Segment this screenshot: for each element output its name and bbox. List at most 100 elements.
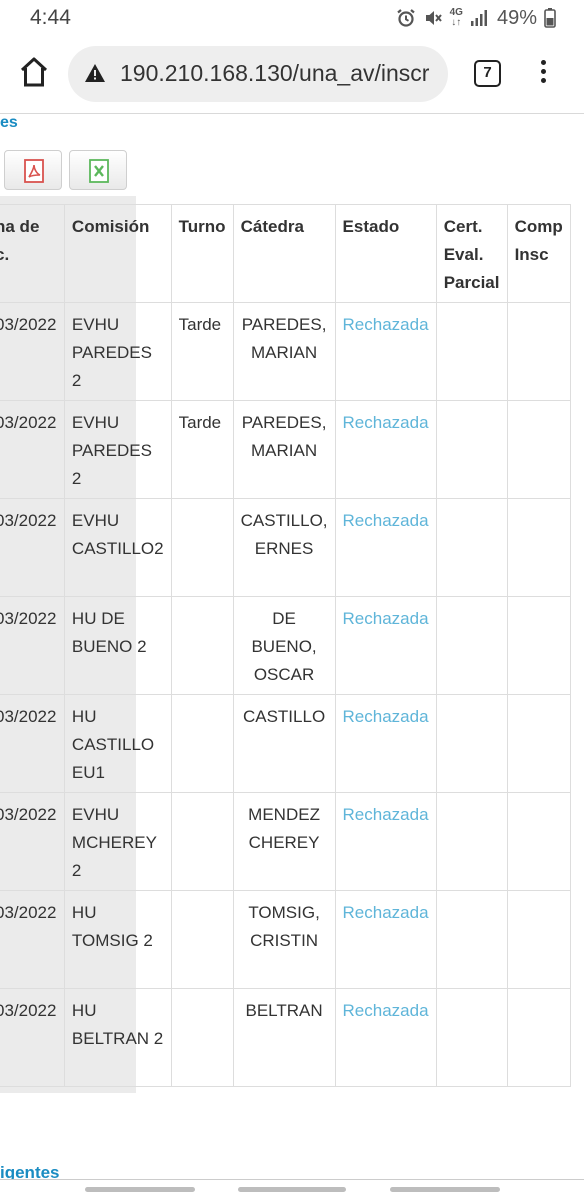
top-link[interactable]: es	[0, 114, 18, 132]
header-estado[interactable]: Estado	[334, 204, 437, 303]
cell-turno: Tarde	[170, 400, 234, 499]
cell-fecha: 03/2022	[0, 988, 65, 1087]
table-row: 03/2022 EVHU PAREDES 2 Tarde PAREDES, MA…	[0, 400, 572, 499]
cell-estado[interactable]: Rechazada	[334, 400, 437, 499]
cell-turno	[170, 988, 234, 1087]
signal-icon	[470, 9, 488, 27]
cell-comision: HU CASTILLO EU1	[63, 694, 172, 793]
cell-comp	[506, 302, 572, 401]
table-row: 03/2022 HU CASTILLO EU1 CASTILLO Rechaza…	[0, 694, 572, 793]
cell-comp	[506, 400, 572, 499]
toolbar-divider	[0, 113, 584, 114]
cell-estado[interactable]: Rechazada	[334, 890, 437, 989]
cell-catedra: PAREDES, MARIAN	[232, 400, 336, 499]
cell-catedra: CASTILLO	[232, 694, 336, 793]
more-vert-icon[interactable]	[533, 60, 553, 90]
cell-turno: Tarde	[170, 302, 234, 401]
system-nav-bar	[0, 1180, 584, 1200]
header-estado-label: Estado	[342, 217, 400, 236]
cell-catedra: CASTILLO, ERNES	[232, 498, 336, 597]
cell-cert	[435, 400, 508, 499]
cell-cert	[435, 302, 508, 401]
cell-comision: HU DE BUENO 2	[63, 596, 172, 695]
table-row: 03/2022 HU TOMSIG 2 TOMSIG, CRISTIN Rech…	[0, 890, 572, 989]
cell-comp	[506, 890, 572, 989]
cell-comision: EVHU MCHEREY 2	[63, 792, 172, 891]
cell-comp	[506, 694, 572, 793]
cell-catedra: TOMSIG, CRISTIN	[232, 890, 336, 989]
cell-fecha: 03/2022	[0, 596, 65, 695]
cell-comision: EVHU PAREDES 2	[63, 400, 172, 499]
cell-cert	[435, 988, 508, 1087]
cell-comp	[506, 988, 572, 1087]
pdf-export-button[interactable]	[4, 150, 62, 190]
battery-percent: 49%	[496, 6, 537, 29]
cell-estado[interactable]: Rechazada	[334, 596, 437, 695]
warning-triangle-icon[interactable]	[84, 63, 106, 88]
cell-catedra: MENDEZ CHEREY	[232, 792, 336, 891]
cell-catedra: BELTRAN	[232, 988, 336, 1087]
table-header-row: ha de c. Comisión Turno Cátedra Estado C…	[0, 204, 572, 303]
excel-export-button[interactable]	[69, 150, 127, 190]
cell-comp	[506, 792, 572, 891]
cell-turno	[170, 792, 234, 891]
mute-icon	[423, 8, 443, 28]
header-fecha-label: ha de c.	[0, 217, 40, 264]
cell-turno	[170, 694, 234, 793]
header-comision[interactable]: Comisión	[63, 204, 172, 303]
cell-estado[interactable]: Rechazada	[334, 988, 437, 1087]
cell-comision: EVHU CASTILLO2	[63, 498, 172, 597]
table-row: 03/2022 EVHU PAREDES 2 Tarde PAREDES, MA…	[0, 302, 572, 401]
header-cert[interactable]: Cert. Eval. Parcial	[435, 204, 508, 303]
table-row: 03/2022 HU DE BUENO 2 DE BUENO, OSCAR Re…	[0, 596, 572, 695]
table-row: 03/2022 HU BELTRAN 2 BELTRAN Rechazada	[0, 988, 572, 1087]
cell-comp	[506, 498, 572, 597]
url-text[interactable]: 190.210.168.130/una_av/inscr	[120, 60, 429, 87]
header-comp[interactable]: Comp Insc	[506, 204, 572, 303]
cell-estado[interactable]: Rechazada	[334, 694, 437, 793]
header-comision-label: Comisión	[71, 217, 150, 236]
address-bar[interactable]: 190.210.168.130/una_av/inscr	[68, 46, 448, 102]
header-catedra[interactable]: Cátedra	[232, 204, 336, 303]
cell-fecha: 03/2022	[0, 400, 65, 499]
header-fecha[interactable]: ha de c.	[0, 204, 65, 303]
cell-catedra: DE BUENO, OSCAR	[232, 596, 336, 695]
nav-back-handle[interactable]	[390, 1187, 500, 1192]
cell-comision: EVHU PAREDES 2	[63, 302, 172, 401]
cell-cert	[435, 792, 508, 891]
status-icons: 4G ↓↑ 49%	[396, 6, 556, 30]
battery-icon	[544, 8, 556, 28]
status-time: 4:44	[30, 6, 71, 29]
export-buttons	[0, 146, 136, 196]
network-4g-icon: 4G ↓↑	[449, 7, 463, 28]
cell-estado[interactable]: Rechazada	[334, 498, 437, 597]
cell-fecha: 03/2022	[0, 302, 65, 401]
cell-fecha: 03/2022	[0, 498, 65, 597]
cell-fecha: 03/2022	[0, 792, 65, 891]
cell-comision: HU TOMSIG 2	[63, 890, 172, 989]
cell-cert	[435, 596, 508, 695]
cell-catedra: PAREDES, MARIAN	[232, 302, 336, 401]
cell-cert	[435, 890, 508, 989]
nav-home-handle[interactable]	[238, 1187, 346, 1192]
inscriptions-table: ha de c. Comisión Turno Cátedra Estado C…	[0, 204, 572, 1087]
status-bar: 4:44 4G ↓↑ 49%	[0, 0, 584, 36]
cell-fecha: 03/2022	[0, 890, 65, 989]
cell-estado[interactable]: Rechazada	[334, 302, 437, 401]
cell-cert	[435, 694, 508, 793]
cell-comision: HU BELTRAN 2	[63, 988, 172, 1087]
cell-turno	[170, 596, 234, 695]
cell-estado[interactable]: Rechazada	[334, 792, 437, 891]
alarm-icon	[396, 8, 416, 28]
table-row: 03/2022 EVHU MCHEREY 2 MENDEZ CHEREY Rec…	[0, 792, 572, 891]
cell-comp	[506, 596, 572, 695]
tabs-button[interactable]: 7	[474, 60, 501, 87]
header-cert-label: Cert. Eval. Parcial	[443, 217, 500, 292]
browser-toolbar: 190.210.168.130/una_av/inscr 7	[0, 40, 584, 110]
cell-fecha: 03/2022	[0, 694, 65, 793]
header-turno-label: Turno	[178, 217, 226, 236]
header-catedra-label: Cátedra	[240, 217, 304, 236]
header-turno[interactable]: Turno	[170, 204, 234, 303]
home-icon[interactable]	[18, 55, 50, 89]
nav-recents-handle[interactable]	[85, 1187, 195, 1192]
